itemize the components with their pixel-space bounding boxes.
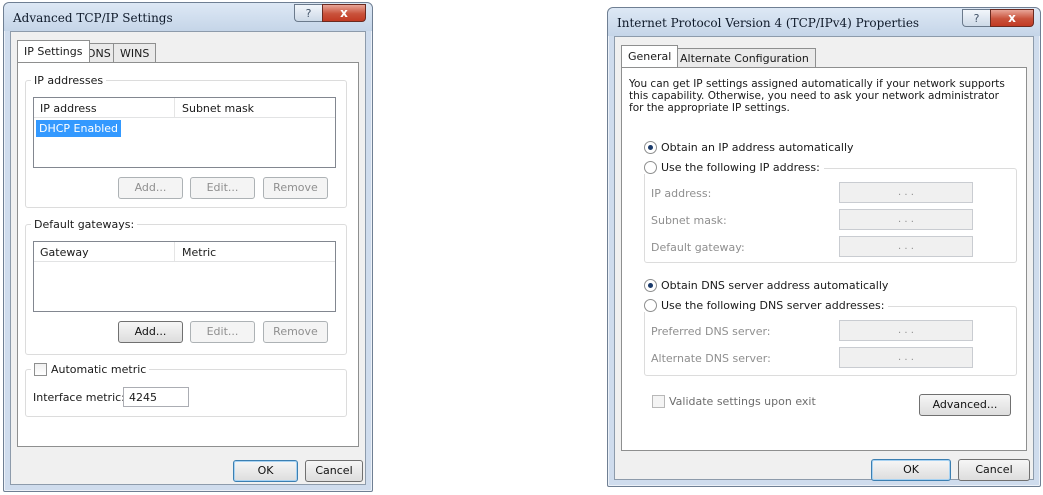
title-bar[interactable]: Internet Protocol Version 4 (TCP/IPv4) P… (608, 8, 1040, 36)
gateway-remove-button[interactable]: Remove (263, 321, 328, 343)
column-header-ip-address[interactable]: IP address (40, 102, 97, 115)
interface-metric-field[interactable]: 4245 (123, 387, 189, 407)
column-header-gateway[interactable]: Gateway (40, 246, 89, 259)
ok-button[interactable]: OK (871, 459, 951, 481)
gateway-add-button[interactable]: Add... (118, 321, 183, 343)
default-gateway-label: Default gateway: (651, 241, 745, 254)
ip-edit-button[interactable]: Edit... (190, 177, 255, 199)
subnet-mask-field[interactable]: . . . (839, 209, 973, 230)
tab-ip-settings[interactable]: IP Settings (17, 40, 90, 62)
automatic-metric-label: Automatic metric (51, 363, 147, 376)
tab-wins[interactable]: WINS (113, 43, 157, 62)
use-following-dns-option[interactable]: Use the following DNS server addresses: (644, 299, 889, 312)
automatic-metric-checkbox[interactable] (34, 363, 47, 376)
preferred-dns-field[interactable]: . . . (839, 320, 973, 341)
column-divider (174, 98, 175, 117)
dialog-title: Internet Protocol Version 4 (TCP/IPv4) P… (617, 16, 920, 30)
list-item-dhcp-enabled[interactable]: DHCP Enabled (36, 120, 122, 137)
ok-button[interactable]: OK (233, 460, 298, 482)
cancel-button[interactable]: Cancel (958, 459, 1030, 481)
use-following-ip-radio[interactable] (644, 161, 657, 174)
dialog-body: General Alternate Configuration You can … (614, 36, 1034, 481)
ip-addresses-group: IP addresses IP address Subnet mask DHCP… (25, 74, 347, 208)
obtain-dns-auto-radio[interactable] (644, 279, 657, 292)
list-header: Gateway Metric (34, 242, 335, 262)
obtain-dns-auto-option[interactable]: Obtain DNS server address automatically (644, 279, 888, 292)
obtain-dns-auto-label: Obtain DNS server address automatically (661, 279, 889, 292)
interface-metric-label: Interface metric: (33, 391, 125, 404)
default-gateways-legend: Default gateways: (31, 218, 138, 231)
alternate-dns-field[interactable]: . . . (839, 347, 973, 368)
validate-settings-option[interactable]: Validate settings upon exit (652, 395, 816, 408)
list-header: IP address Subnet mask (34, 98, 335, 118)
help-button[interactable]: ? (962, 9, 990, 27)
close-button[interactable]: x (322, 4, 366, 22)
use-following-ip-option[interactable]: Use the following IP address: (644, 161, 824, 174)
tab-general[interactable]: General (621, 45, 679, 67)
tab-panel-ip-settings: IP addresses IP address Subnet mask DHCP… (17, 62, 359, 447)
use-following-dns-radio[interactable] (644, 299, 657, 312)
obtain-ip-auto-radio[interactable] (644, 141, 657, 154)
column-header-subnet-mask[interactable]: Subnet mask (182, 102, 254, 115)
column-divider (174, 242, 175, 261)
tab-alternate-configuration[interactable]: Alternate Configuration (673, 48, 816, 67)
alternate-dns-label: Alternate DNS server: (651, 352, 771, 365)
validate-settings-checkbox[interactable] (652, 395, 665, 408)
description-text: You can get IP settings assigned automat… (629, 78, 1005, 114)
gateway-edit-button[interactable]: Edit... (190, 321, 255, 343)
ip-address-list[interactable]: IP address Subnet mask DHCP Enabled (33, 97, 336, 168)
default-gateways-group: Default gateways: Gateway Metric Add... … (25, 218, 347, 355)
close-button[interactable]: x (990, 9, 1034, 27)
dialog-body: IP Settings DNS WINS IP addresses IP add… (10, 31, 366, 485)
static-ip-group: Use the following IP address: IP address… (644, 161, 1017, 263)
automatic-metric-legend: Automatic metric (31, 363, 150, 376)
gateway-list[interactable]: Gateway Metric (33, 241, 336, 312)
help-button[interactable]: ? (294, 4, 322, 22)
automatic-metric-group: Automatic metric Interface metric: 4245 (25, 363, 347, 417)
advanced-tcpip-dialog: Advanced TCP/IP Settings ? x IP Settings… (3, 2, 373, 492)
column-header-metric[interactable]: Metric (182, 246, 216, 259)
ipv4-properties-dialog: Internet Protocol Version 4 (TCP/IPv4) P… (607, 7, 1041, 487)
tab-panel-general: You can get IP settings assigned automat… (621, 67, 1027, 451)
validate-settings-label: Validate settings upon exit (669, 395, 816, 408)
obtain-ip-auto-label: Obtain an IP address automatically (661, 141, 854, 154)
preferred-dns-label: Preferred DNS server: (651, 325, 771, 338)
obtain-ip-auto-option[interactable]: Obtain an IP address automatically (644, 141, 854, 154)
tab-bar: IP Settings DNS WINS (17, 40, 359, 62)
advanced-button[interactable]: Advanced... (919, 394, 1011, 416)
dialog-title: Advanced TCP/IP Settings (13, 11, 173, 25)
ip-remove-button[interactable]: Remove (263, 177, 328, 199)
ip-add-button[interactable]: Add... (118, 177, 183, 199)
title-bar[interactable]: Advanced TCP/IP Settings ? x (4, 3, 372, 31)
subnet-mask-label: Subnet mask: (651, 214, 727, 227)
ip-address-field[interactable]: . . . (839, 182, 973, 203)
static-dns-group: Use the following DNS server addresses: … (644, 299, 1017, 376)
cancel-button[interactable]: Cancel (305, 460, 363, 482)
ip-addresses-legend: IP addresses (31, 74, 107, 87)
use-following-ip-label: Use the following IP address: (661, 161, 820, 174)
ip-address-label: IP address: (651, 187, 712, 200)
default-gateway-field[interactable]: . . . (839, 236, 973, 257)
use-following-dns-label: Use the following DNS server addresses: (661, 299, 885, 312)
tab-bar: General Alternate Configuration (621, 45, 1027, 67)
